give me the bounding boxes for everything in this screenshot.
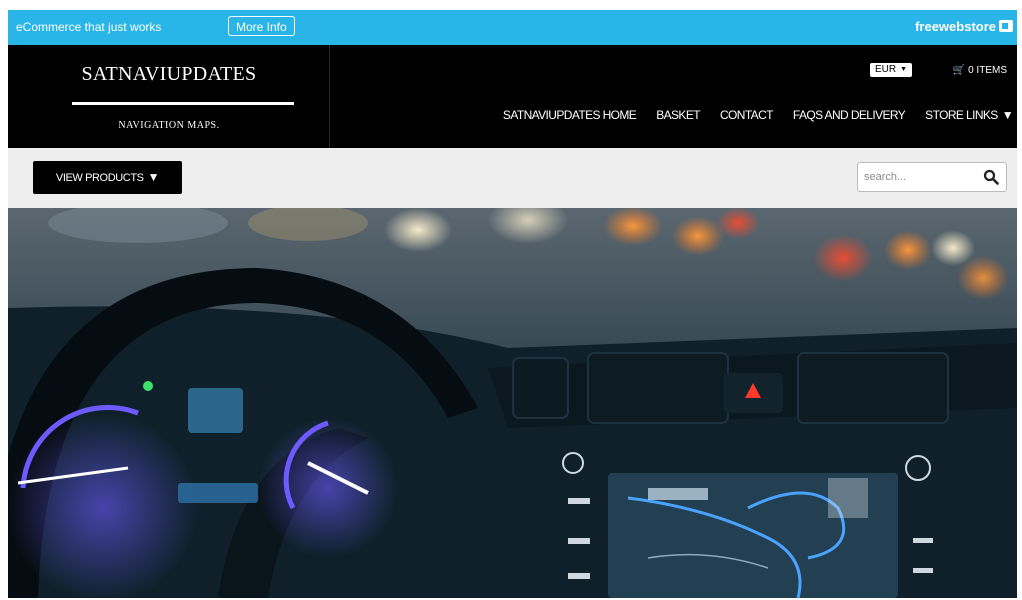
freewebstore-badge-icon bbox=[999, 20, 1013, 32]
nav-item-home[interactable]: SATNAVIUPDATES HOME bbox=[503, 108, 637, 122]
search-input[interactable] bbox=[864, 169, 974, 185]
hero-banner-image bbox=[8, 208, 1017, 598]
site-header: SATNAVIUPDATES NAVIGATION MAPS. EUR ▼ 🛒 0 … bbox=[8, 45, 1017, 148]
promo-tagline: eCommerce that just works bbox=[16, 20, 162, 34]
store-tagline: NAVIGATION MAPS. bbox=[118, 120, 220, 131]
search-icon[interactable] bbox=[983, 169, 999, 185]
store-logo[interactable]: SATNAVIUPDATES NAVIGATION MAPS. bbox=[8, 45, 330, 148]
search-box bbox=[857, 162, 1007, 192]
currency-value: EUR bbox=[875, 64, 897, 75]
sub-bar: VIEW PRODUCTS ▼ bbox=[8, 148, 1017, 208]
main-nav: SATNAVIUPDATES HOME BASKET CONTACT FAQS … bbox=[483, 108, 1014, 122]
page: eCommerce that just works More Info free… bbox=[8, 10, 1017, 598]
car-dashboard-night-image bbox=[8, 208, 1017, 598]
more-info-button[interactable]: More Info bbox=[228, 16, 295, 36]
nav-item-store-links[interactable]: STORE LINKS ▼ bbox=[925, 108, 1013, 122]
caret-down-icon: ▼ bbox=[1001, 108, 1014, 122]
currency-select[interactable]: EUR ▼ bbox=[870, 63, 913, 77]
promo-bar: eCommerce that just works More Info free… bbox=[8, 10, 1017, 45]
view-products-button[interactable]: VIEW PRODUCTS ▼ bbox=[33, 161, 182, 194]
nav-item-contact[interactable]: CONTACT bbox=[720, 108, 774, 122]
store-name: SATNAVIUPDATES bbox=[81, 63, 257, 85]
nav-item-basket[interactable]: BASKET bbox=[656, 108, 700, 122]
cart-items-count: 0 ITEMS bbox=[968, 65, 1007, 76]
nav-item-store-links-label: STORE LINKS bbox=[925, 108, 998, 122]
logo-divider bbox=[72, 102, 294, 105]
caret-down-icon: ▼ bbox=[147, 170, 160, 184]
nav-item-faqs[interactable]: FAQS AND DELIVERY bbox=[793, 108, 906, 122]
caret-down-icon: ▼ bbox=[900, 66, 908, 73]
freewebstore-logo-text: freewebstore bbox=[915, 19, 996, 34]
cart-icon: 🛒 bbox=[952, 65, 966, 76]
cart-summary[interactable]: 🛒 0 ITEMS bbox=[953, 65, 1007, 76]
freewebstore-logo[interactable]: freewebstore bbox=[915, 19, 1013, 34]
view-products-label: VIEW PRODUCTS bbox=[55, 172, 144, 184]
